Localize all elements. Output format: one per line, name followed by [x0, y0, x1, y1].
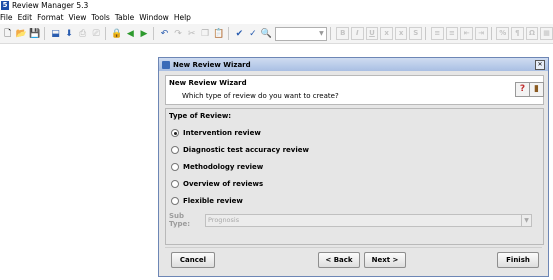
subscript-icon[interactable]: x	[380, 27, 393, 40]
strikethrough-icon[interactable]: S	[409, 27, 423, 40]
review-type-panel: Type of Review: Intervention review Diag…	[165, 108, 544, 245]
insert-table-icon[interactable]: ▦	[540, 27, 553, 40]
menu-table[interactable]: Table	[115, 13, 134, 22]
toolbar-separator	[425, 27, 427, 40]
option-label: Methodology review	[183, 163, 264, 171]
option-methodology-review[interactable]: Methodology review	[171, 163, 263, 171]
app-title: Review Manager 5.3	[12, 1, 89, 10]
option-intervention-review[interactable]: Intervention review	[171, 129, 261, 137]
option-label: Flexible review	[183, 197, 243, 205]
subtype-row: Sub Type: Prognosis ▼	[169, 212, 532, 228]
outdent-icon[interactable]: ⇤	[460, 27, 473, 40]
print-preview-icon[interactable]: ⎚	[90, 28, 102, 40]
dialog-button-bar: Cancel < Back Next > Finish	[165, 247, 542, 272]
main-toolbar: 🗋 📂 💾 ⬓ ⬇ ⎙ ⎚ 🔒 ◀ ▶ ↶ ↷ ✂ ❐ 📋 ✔ ✓ 🔍 ▼ B …	[0, 24, 553, 44]
save-icon[interactable]: 💾	[29, 28, 41, 40]
radio-button[interactable]	[171, 197, 179, 205]
menu-format[interactable]: Format	[37, 13, 63, 22]
dialog-title-bar[interactable]: New Review Wizard ✕	[159, 58, 548, 71]
spellcheck-icon[interactable]: ✔	[234, 28, 246, 40]
chevron-down-icon: ▼	[521, 214, 531, 226]
forward-arrow-icon[interactable]: ▶	[138, 28, 150, 40]
app-logo-icon: 5	[1, 1, 9, 10]
find-icon[interactable]: 🔍	[261, 28, 273, 40]
numbered-list-icon[interactable]: ≡	[445, 27, 459, 40]
italic-icon[interactable]: I	[351, 27, 364, 40]
underline-icon[interactable]: U	[365, 27, 379, 40]
header-subtitle: Which type of review do you want to crea…	[182, 92, 339, 100]
next-button[interactable]: Next >	[364, 252, 406, 268]
new-review-wizard-dialog: New Review Wizard ✕ New Review Wizard Wh…	[158, 57, 549, 277]
toolbar-separator	[490, 27, 492, 40]
header-title: New Review Wizard	[169, 79, 247, 87]
option-label: Overview of reviews	[183, 180, 264, 188]
toolbar-separator	[105, 27, 106, 40]
style-dropdown[interactable]: ▼	[275, 26, 328, 41]
paste-icon[interactable]: 📋	[213, 28, 225, 40]
close-icon[interactable]: ✕	[535, 60, 545, 70]
import-icon[interactable]: ⬓	[50, 28, 62, 40]
option-overview-of-reviews[interactable]: Overview of reviews	[171, 180, 263, 188]
subtype-dropdown[interactable]: Prognosis ▼	[205, 213, 532, 227]
menu-file[interactable]: File	[0, 13, 13, 22]
menu-window[interactable]: Window	[139, 13, 169, 22]
option-label: Intervention review	[183, 129, 261, 137]
cancel-button[interactable]: Cancel	[171, 252, 215, 268]
option-flexible-review[interactable]: Flexible review	[171, 197, 243, 205]
option-label: Diagnostic test accuracy review	[183, 146, 309, 154]
menu-edit[interactable]: Edit	[18, 13, 33, 22]
subtype-label: Sub Type:	[169, 212, 191, 228]
spellcheck-options-icon[interactable]: ✓	[247, 28, 259, 40]
bulleted-list-icon[interactable]: ≡	[431, 27, 444, 40]
toolbar-separator	[330, 27, 332, 40]
finish-button[interactable]: Finish	[497, 252, 539, 268]
insert-link-icon[interactable]: %	[496, 27, 510, 40]
menu-tools[interactable]: Tools	[91, 13, 109, 22]
lock-icon[interactable]: 🔒	[111, 28, 123, 40]
section-title: Type of Review:	[169, 112, 232, 120]
dialog-title: New Review Wizard	[173, 60, 251, 69]
undo-icon[interactable]: ↶	[159, 28, 171, 40]
toolbar-separator	[152, 27, 154, 40]
special-character-icon[interactable]: Ω	[525, 27, 539, 40]
help-icon[interactable]: ?	[515, 82, 530, 97]
download-icon[interactable]: ⬇	[63, 28, 75, 40]
insert-reference-icon[interactable]: ¶	[511, 27, 524, 40]
new-document-icon[interactable]: 🗋	[2, 28, 14, 40]
menu-view[interactable]: View	[69, 13, 87, 22]
copy-icon[interactable]: ❐	[199, 28, 211, 40]
menu-help[interactable]: Help	[174, 13, 191, 22]
radio-button[interactable]	[171, 163, 179, 171]
toolbar-separator	[227, 27, 229, 40]
superscript-icon[interactable]: x	[394, 27, 408, 40]
radio-button[interactable]	[171, 146, 179, 154]
handbook-icon[interactable]: ▮	[529, 82, 544, 97]
radio-button-selected[interactable]	[171, 129, 179, 137]
redo-icon[interactable]: ↷	[172, 28, 184, 40]
toolbar-separator	[43, 27, 45, 40]
dialog-header-panel: New Review Wizard Which type of review d…	[165, 75, 544, 105]
subtype-value: Prognosis	[208, 215, 240, 224]
app-title-bar: 5 Review Manager 5.3	[0, 0, 553, 11]
print-icon[interactable]: ⎙	[77, 28, 89, 40]
indent-icon[interactable]: ⇥	[474, 27, 488, 40]
chevron-down-icon: ▼	[319, 29, 324, 37]
back-button[interactable]: < Back	[318, 252, 360, 268]
option-diagnostic-test-accuracy-review[interactable]: Diagnostic test accuracy review	[171, 146, 309, 154]
bold-icon[interactable]: B	[336, 27, 350, 40]
menu-bar: File Edit Format View Tools Table Window…	[0, 12, 553, 23]
cut-icon[interactable]: ✂	[186, 28, 198, 40]
open-folder-icon[interactable]: 📂	[16, 28, 28, 40]
radio-button[interactable]	[171, 180, 179, 188]
wizard-icon	[162, 60, 170, 69]
back-arrow-icon[interactable]: ◀	[125, 28, 137, 40]
